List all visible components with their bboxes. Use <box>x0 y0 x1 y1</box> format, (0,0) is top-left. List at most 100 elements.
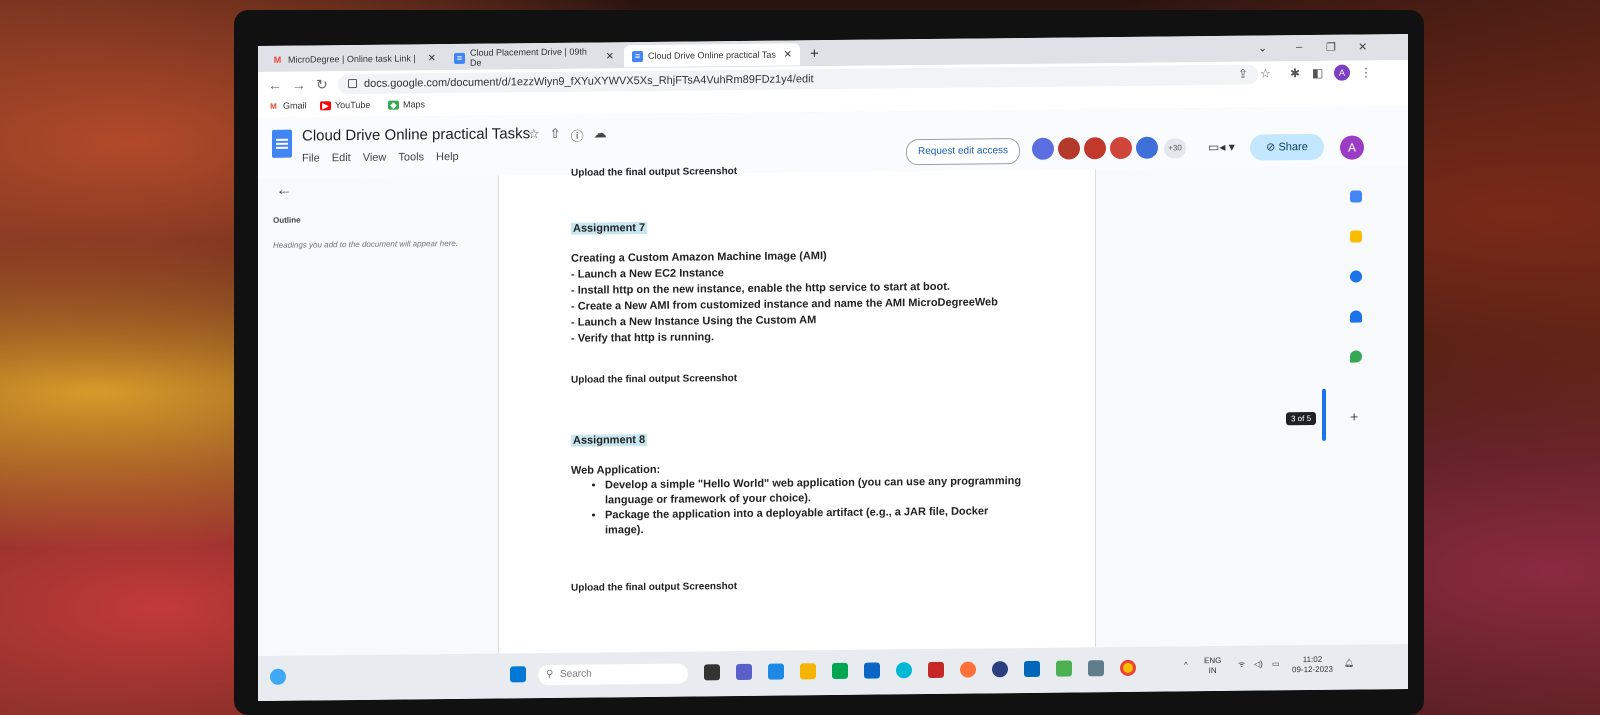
collaborator-avatar[interactable] <box>1084 137 1106 160</box>
app-icon[interactable] <box>864 662 880 679</box>
clock[interactable]: 11:02 09-12-2023 <box>1292 655 1333 675</box>
bookmark-maps[interactable]: ◆ Maps <box>388 99 426 110</box>
outline-panel: ← Outline Headings you add to the docume… <box>258 176 498 657</box>
star-icon[interactable]: ☆ <box>1260 66 1271 80</box>
move-icon[interactable]: ⇧ <box>550 126 561 145</box>
app-l-icon[interactable] <box>832 662 848 680</box>
tab-cloud-drive[interactable]: ≡ Cloud Drive Online practical Tas ✕ <box>624 43 800 68</box>
document-title[interactable]: Cloud Drive Online practical Tasks <box>302 125 530 144</box>
firefox-icon[interactable] <box>960 661 976 678</box>
bookmark-youtube[interactable]: ▶ YouTube <box>320 100 370 111</box>
wifi-icon[interactable]: ᯤ <box>1238 660 1245 670</box>
search-icon: ⚲ <box>546 668 554 681</box>
more-menu-icon[interactable]: ⋮ <box>1360 65 1372 79</box>
side-panel-rail: + <box>1340 165 1408 645</box>
notification-icon[interactable]: 🔔︎ <box>1344 659 1354 669</box>
collaborator-avatar[interactable] <box>1032 137 1054 160</box>
battery-icon[interactable]: ▭ <box>1272 659 1280 669</box>
document-page[interactable]: Upload the final output Screenshot Assig… <box>498 166 1096 654</box>
task-view-icon[interactable] <box>704 664 720 681</box>
extensions-icon[interactable]: ✱ <box>1290 66 1300 80</box>
store-icon[interactable] <box>768 663 784 680</box>
calendar-icon[interactable] <box>1350 190 1362 203</box>
close-icon[interactable]: ✕ <box>428 53 436 64</box>
app-icon[interactable] <box>1088 660 1104 677</box>
info-icon[interactable]: ⓘ <box>571 126 584 145</box>
account-avatar[interactable]: A <box>1340 135 1364 160</box>
close-icon[interactable]: ✕ <box>606 51 614 62</box>
sidepanel-icon[interactable]: ◧ <box>1312 66 1323 80</box>
assignment-8-intro: Web Application: <box>571 463 661 477</box>
chrome-icon[interactable] <box>1120 659 1136 676</box>
title-icons: ☆ ⇧ ⓘ ☁ <box>528 125 607 145</box>
search-placeholder: Search <box>560 668 592 680</box>
chevron-down-icon[interactable]: ⌄ <box>1258 41 1267 54</box>
text-line: - Verify that http is running. <box>571 331 714 345</box>
lang-code: ENG <box>1204 655 1222 666</box>
new-tab-button[interactable]: + <box>810 45 819 62</box>
meet-icon[interactable]: ▭◂ ▾ <box>1208 140 1235 154</box>
collaborator-avatar[interactable] <box>1110 136 1132 160</box>
start-icon[interactable] <box>510 666 526 683</box>
cutoff-text: Upload the final output Screenshot <box>571 166 738 179</box>
menu-tools[interactable]: Tools <box>398 151 424 163</box>
region-code: IN <box>1208 665 1217 676</box>
tab-label: Cloud Placement Drive | 09th De <box>469 46 587 68</box>
mcafee-icon[interactable] <box>928 661 944 679</box>
close-icon[interactable]: ✕ <box>784 49 792 60</box>
keep-icon[interactable] <box>1350 230 1362 243</box>
arrow-left-icon[interactable]: ← <box>276 182 292 200</box>
tab-microdegree[interactable]: M MicroDegree | Online task Link | ✕ <box>264 47 444 71</box>
cloud-status-icon[interactable]: ☁ <box>594 125 607 144</box>
reload-button[interactable]: ↻ <box>316 76 328 93</box>
docs-logo-icon[interactable] <box>272 129 292 158</box>
maps-icon: ◆ <box>388 100 399 110</box>
forward-button[interactable]: → <box>292 77 306 93</box>
scrollbar-thumb[interactable] <box>1322 388 1326 441</box>
close-window-button[interactable]: ✕ <box>1358 40 1367 53</box>
contacts-icon[interactable] <box>1350 310 1362 323</box>
profile-avatar[interactable]: A <box>1334 64 1350 81</box>
lock-icon <box>348 78 357 89</box>
menu-view[interactable]: View <box>363 152 387 164</box>
assignment-7-heading: Assignment 7 <box>571 221 648 235</box>
bookmark-gmail[interactable]: M Gmail <box>268 101 306 111</box>
outline-hint: Headings you add to the document will ap… <box>273 238 459 250</box>
taskbar-search[interactable]: ⚲ Search <box>538 663 688 686</box>
gmail-icon: M <box>270 101 277 111</box>
bookmark-label: Maps <box>403 99 426 110</box>
back-button[interactable]: ← <box>268 77 282 93</box>
menu-file[interactable]: File <box>302 152 320 164</box>
collaborator-avatar[interactable] <box>1058 137 1080 160</box>
list-item: Develop a simple "Hello World" web appli… <box>605 474 1025 508</box>
widgets-icon[interactable] <box>270 668 286 685</box>
restore-button[interactable]: ❐ <box>1326 41 1336 54</box>
volume-icon[interactable]: ◁) <box>1254 659 1263 669</box>
app-icon[interactable] <box>1024 660 1040 677</box>
share-label: Share <box>1278 141 1308 154</box>
more-collaborators-badge[interactable]: +30 <box>1164 138 1186 159</box>
chat-icon[interactable] <box>736 663 752 681</box>
share-page-icon[interactable]: ⇪ <box>1238 67 1248 81</box>
time: 11:02 <box>1302 654 1323 665</box>
menu-edit[interactable]: Edit <box>332 152 351 164</box>
tasks-icon[interactable] <box>1350 270 1362 283</box>
request-edit-access-button[interactable]: Request edit access <box>906 138 1020 166</box>
eclipse-icon[interactable] <box>992 661 1008 678</box>
page-indicator: 3 of 5 <box>1286 411 1317 426</box>
minimize-button[interactable]: – <box>1296 41 1302 53</box>
maps-icon[interactable] <box>1350 350 1362 363</box>
assignment-7-upload: Upload the final output Screenshot <box>571 373 738 386</box>
assignment-8-upload: Upload the final output Screenshot <box>571 581 738 594</box>
skype-icon[interactable] <box>896 662 912 679</box>
star-icon[interactable]: ☆ <box>528 126 540 145</box>
app-icon[interactable] <box>1056 660 1072 677</box>
chevron-up-icon[interactable]: ^ <box>1184 660 1188 670</box>
collaborator-avatar[interactable] <box>1136 136 1158 159</box>
tab-cloud-placement[interactable]: ≡ Cloud Placement Drive | 09th De ✕ <box>446 45 622 69</box>
language-indicator[interactable]: ENG IN <box>1204 656 1221 676</box>
share-button[interactable]: ⊘ Share <box>1250 133 1324 161</box>
add-addon-icon[interactable]: + <box>1350 409 1358 425</box>
file-explorer-icon[interactable] <box>800 663 816 680</box>
menu-help[interactable]: Help <box>436 151 459 163</box>
